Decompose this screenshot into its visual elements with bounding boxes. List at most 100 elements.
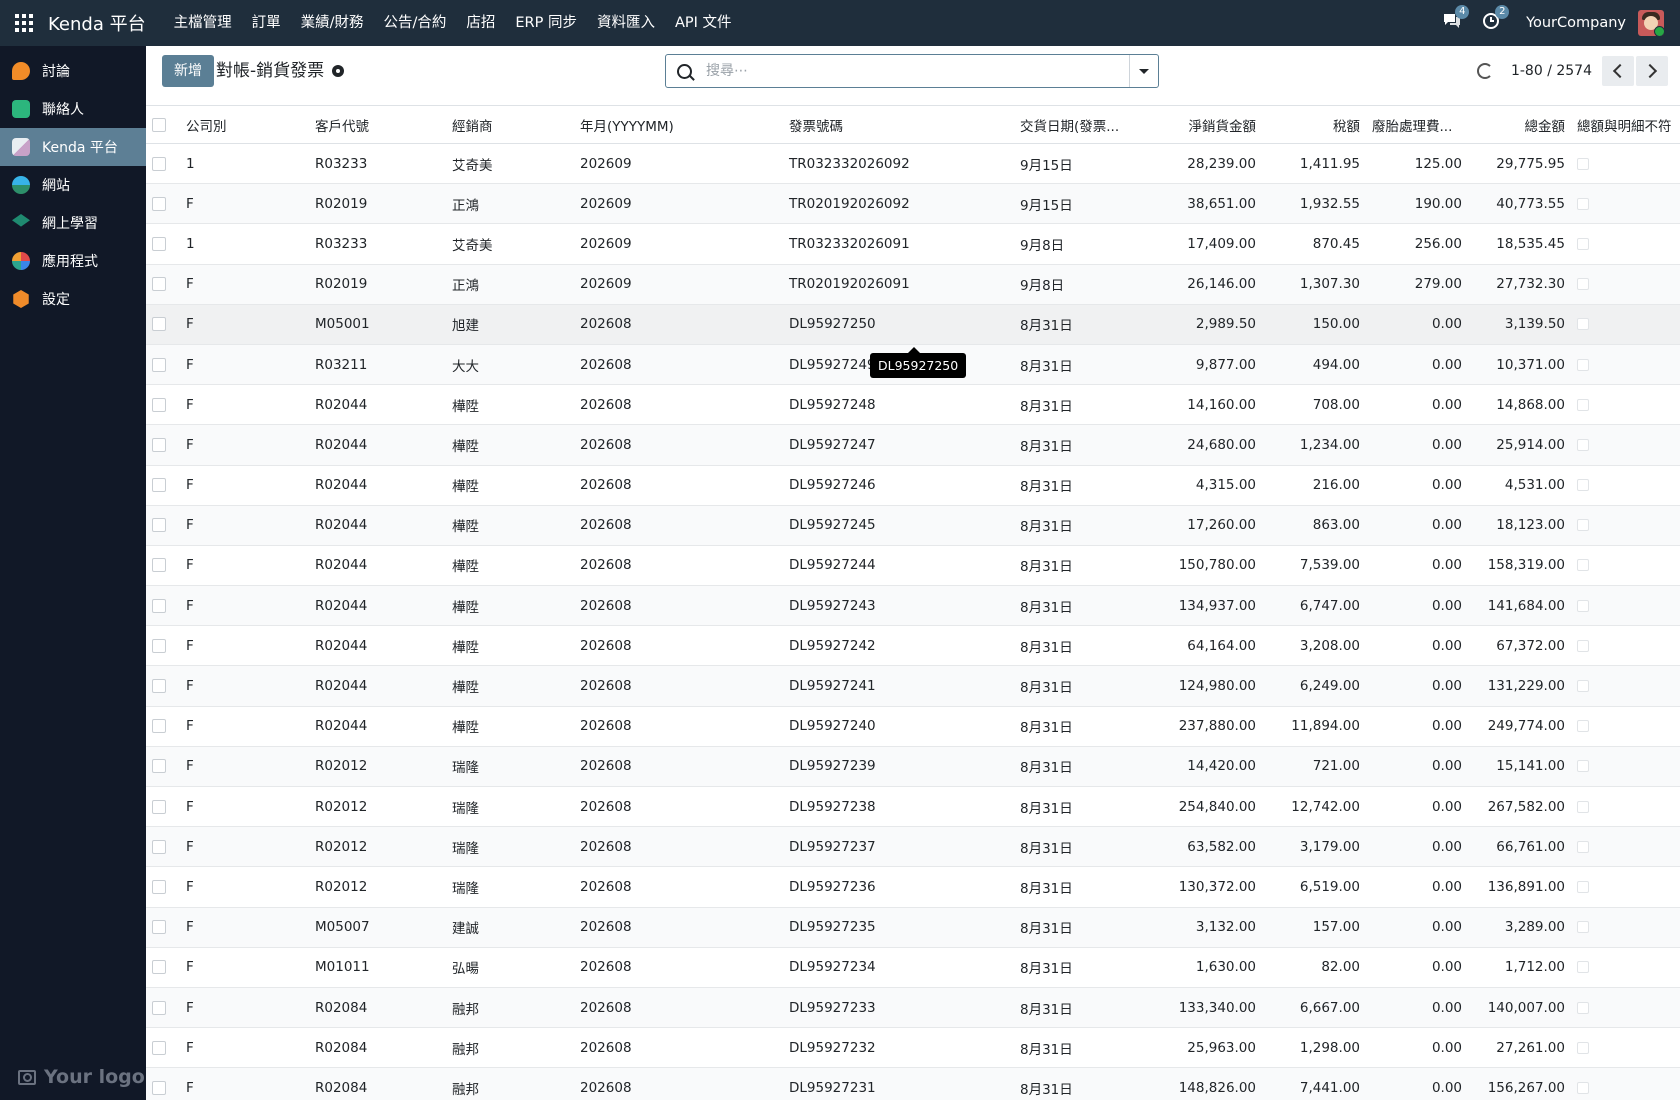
cell-tire-disposal-fee[interactable]: 256.00 [1366, 223, 1468, 265]
cell-invoice-number[interactable]: DL95927245 [783, 505, 1014, 546]
cell-total[interactable]: 29,775.95 [1468, 143, 1571, 185]
menu-item-announcements[interactable]: 公告/合約 [373, 0, 456, 46]
cell-net-sales[interactable]: 150,780.00 [1148, 545, 1262, 587]
menu-item-signage[interactable]: 店招 [456, 0, 505, 46]
cell-tire-disposal-fee[interactable]: 0.00 [1366, 746, 1468, 788]
row-select-checkbox[interactable] [152, 156, 166, 171]
cell-total[interactable]: 267,582.00 [1468, 786, 1571, 828]
row-select-cell[interactable] [146, 585, 180, 627]
row-select-cell[interactable] [146, 1067, 180, 1100]
cell-company[interactable]: F [180, 465, 309, 506]
cell-dealer[interactable]: 融邦 [446, 987, 574, 1029]
cell-mismatch[interactable] [1571, 465, 1680, 506]
pager-value[interactable]: 1-80 / 2574 [1511, 63, 1592, 79]
cell-tax[interactable]: 82.00 [1262, 947, 1366, 988]
cell-total[interactable]: 4,531.00 [1468, 465, 1571, 506]
cell-dealer[interactable]: 樺陞 [446, 706, 574, 747]
cell-company[interactable]: F [180, 304, 309, 345]
table-row[interactable]: F R02019 正鴻 202609 TR020192026091 9月8日 26,146.… [146, 264, 1680, 305]
pager-previous-button[interactable] [1602, 56, 1634, 86]
brand-title[interactable]: Kenda 平台 [48, 10, 146, 36]
cell-company[interactable]: F [180, 625, 309, 667]
cell-mismatch[interactable] [1571, 183, 1680, 225]
menu-item-orders[interactable]: 訂單 [242, 0, 291, 46]
cell-net-sales[interactable]: 3,132.00 [1148, 907, 1262, 948]
cell-invoice-number[interactable]: DL95927232 [783, 1027, 1014, 1069]
cell-customer-code[interactable]: R02012 [309, 746, 446, 788]
cell-dealer[interactable]: 樺陞 [446, 585, 574, 627]
cell-total[interactable]: 66,761.00 [1468, 826, 1571, 868]
cell-net-sales[interactable]: 124,980.00 [1148, 665, 1262, 707]
cell-customer-code[interactable]: M05001 [309, 304, 446, 345]
row-select-cell[interactable] [146, 947, 180, 988]
row-select-cell[interactable] [146, 384, 180, 426]
cell-customer-code[interactable]: R02019 [309, 264, 446, 305]
row-select-checkbox[interactable] [152, 759, 166, 774]
cell-year-month[interactable]: 202608 [574, 665, 783, 707]
column-header-delivery-date[interactable]: 交貨日期(發票... [1014, 106, 1148, 144]
cell-dealer[interactable]: 正鴻 [446, 264, 574, 305]
cell-total[interactable]: 140,007.00 [1468, 987, 1571, 1029]
cell-delivery-date[interactable]: 8月31日 [1014, 304, 1148, 345]
messages-icon[interactable]: 4 [1442, 5, 1470, 34]
row-select-checkbox[interactable] [152, 679, 166, 694]
cell-year-month[interactable]: 202608 [574, 304, 783, 345]
cell-customer-code[interactable]: R02012 [309, 866, 446, 908]
cell-total[interactable]: 14,868.00 [1468, 384, 1571, 426]
sidebar-item-kenda[interactable]: Kenda 平台 [0, 128, 146, 166]
row-select-cell[interactable] [146, 625, 180, 667]
cell-tax[interactable]: 1,234.00 [1262, 424, 1366, 466]
cell-tax[interactable]: 7,441.00 [1262, 1067, 1366, 1100]
row-select-checkbox[interactable] [152, 799, 166, 814]
cell-company[interactable]: F [180, 545, 309, 587]
column-header-net-sales[interactable]: 淨銷貨金額 [1148, 106, 1262, 144]
cell-year-month[interactable]: 202608 [574, 947, 783, 988]
cell-customer-code[interactable]: R02044 [309, 545, 446, 587]
cell-customer-code[interactable]: R02019 [309, 183, 446, 225]
cell-invoice-number[interactable]: DL95927248 [783, 384, 1014, 426]
cell-net-sales[interactable]: 2,989.50 [1148, 304, 1262, 345]
cell-total[interactable]: 158,319.00 [1468, 545, 1571, 587]
cell-customer-code[interactable]: M05007 [309, 907, 446, 948]
row-select-checkbox[interactable] [152, 478, 166, 493]
cell-delivery-date[interactable]: 8月31日 [1014, 706, 1148, 747]
row-select-cell[interactable] [146, 987, 180, 1029]
cell-delivery-date[interactable]: 8月31日 [1014, 625, 1148, 667]
cell-customer-code[interactable]: R03233 [309, 223, 446, 265]
menu-item-master-data[interactable]: 主檔管理 [164, 0, 242, 46]
table-row[interactable]: F R02044 樺陞 202608 DL95927248 8月31日 14,160.00 7… [146, 384, 1680, 426]
pager-next-button[interactable] [1636, 56, 1668, 86]
cell-total[interactable]: 156,267.00 [1468, 1067, 1571, 1100]
cell-year-month[interactable]: 202608 [574, 344, 783, 386]
cell-net-sales[interactable]: 237,880.00 [1148, 706, 1262, 747]
cell-invoice-number[interactable]: DL95927239 [783, 746, 1014, 788]
cell-customer-code[interactable]: R02012 [309, 826, 446, 868]
cell-customer-code[interactable]: R02084 [309, 1027, 446, 1069]
cell-delivery-date[interactable]: 8月31日 [1014, 344, 1148, 386]
cell-total[interactable]: 27,732.30 [1468, 264, 1571, 305]
cell-tire-disposal-fee[interactable]: 0.00 [1366, 826, 1468, 868]
cell-year-month[interactable]: 202608 [574, 826, 783, 868]
table-row[interactable]: F R02044 樺陞 202608 DL95927240 8月31日 237,880.00… [146, 706, 1680, 747]
cell-net-sales[interactable]: 24,680.00 [1148, 424, 1262, 466]
cell-tax[interactable]: 1,411.95 [1262, 143, 1366, 185]
cell-mismatch[interactable] [1571, 826, 1680, 868]
cell-tire-disposal-fee[interactable]: 0.00 [1366, 987, 1468, 1029]
cell-company[interactable]: F [180, 987, 309, 1029]
cell-net-sales[interactable]: 254,840.00 [1148, 786, 1262, 828]
cell-customer-code[interactable]: R02084 [309, 987, 446, 1029]
table-row[interactable]: F R02044 樺陞 202608 DL95927241 8月31日 124,980.00… [146, 665, 1680, 707]
cell-tire-disposal-fee[interactable]: 279.00 [1366, 264, 1468, 305]
row-select-cell[interactable] [146, 907, 180, 948]
cell-customer-code[interactable]: R02012 [309, 786, 446, 828]
table-row[interactable]: 1 R03233 艾奇美 202609 TR032332026091 9月8日 17,409… [146, 223, 1680, 265]
cell-customer-code[interactable]: R02044 [309, 465, 446, 506]
table-row[interactable]: F R02084 融邦 202608 DL95927233 8月31日 133,340.00… [146, 987, 1680, 1029]
cell-dealer[interactable]: 樺陞 [446, 384, 574, 426]
cell-tire-disposal-fee[interactable]: 0.00 [1366, 505, 1468, 546]
row-select-checkbox[interactable] [152, 357, 166, 372]
cell-tire-disposal-fee[interactable]: 190.00 [1366, 183, 1468, 225]
cell-delivery-date[interactable]: 9月8日 [1014, 264, 1148, 305]
cell-total[interactable]: 15,141.00 [1468, 746, 1571, 788]
cell-delivery-date[interactable]: 8月31日 [1014, 424, 1148, 466]
